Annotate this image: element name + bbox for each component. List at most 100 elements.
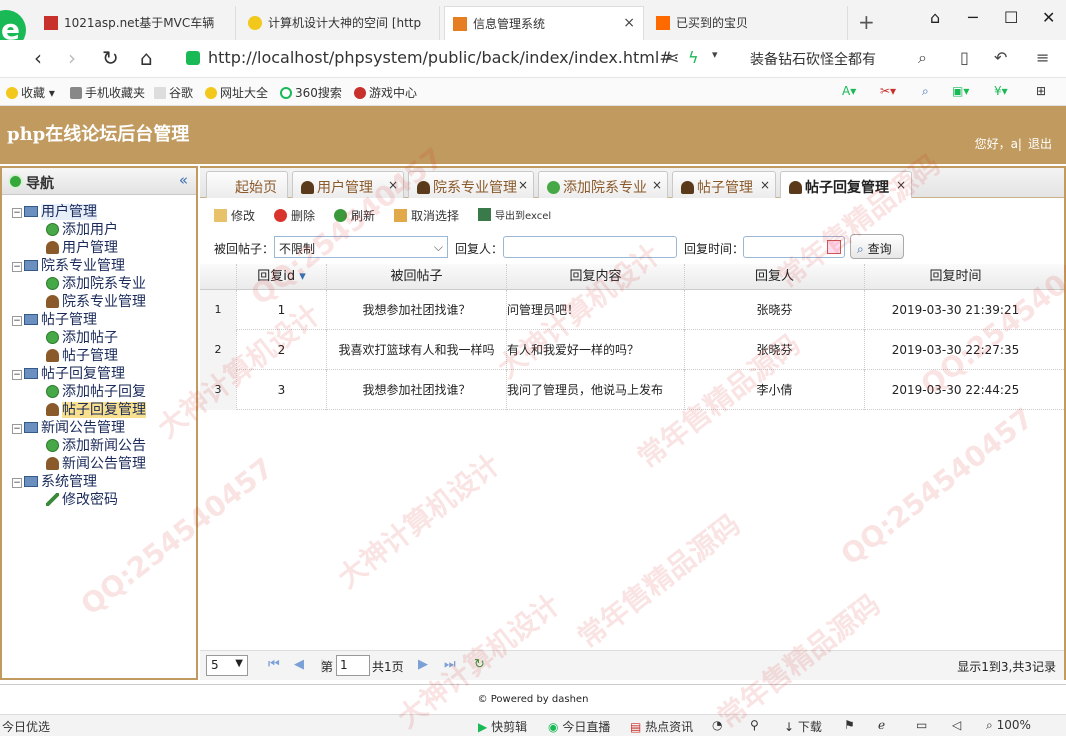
sound-icon[interactable]: ◁ [952, 718, 961, 732]
refresh-icon[interactable]: ↻ [474, 657, 485, 672]
statusbar-item[interactable]: ▶ 快剪辑 [478, 718, 527, 735]
logout-link[interactable]: 退出 [1028, 137, 1052, 151]
collapse-icon[interactable]: − [12, 208, 22, 218]
dropdown-icon[interactable]: ▾ [712, 48, 718, 61]
nav-group[interactable]: − 用户管理 [12, 203, 196, 221]
query-button[interactable]: ⌕ 查询 [850, 234, 904, 259]
bookmark-google[interactable]: 谷歌 [154, 84, 193, 101]
table-row[interactable]: 3 3 我想参加社团找谁？ 我问了管理员，他说马上发布 李小倩 2019-03-30 22… [200, 370, 1064, 410]
refresh-button[interactable]: 刷新 [334, 207, 375, 224]
nav-item[interactable]: 用户管理 [12, 239, 196, 257]
next-page-icon[interactable]: ▶ [418, 657, 428, 672]
content-tab[interactable]: 院系专业管理 × [408, 171, 534, 198]
close-icon[interactable]: × [518, 178, 528, 192]
nav-item[interactable]: 添加院系专业 [12, 275, 196, 293]
collapse-panel-icon[interactable]: « [179, 171, 188, 189]
browser-tab-1[interactable]: 1021asp.net基于MVC车辆 [36, 6, 236, 40]
replier-input[interactable] [503, 236, 677, 258]
nav-group[interactable]: − 新闻公告管理 [12, 419, 196, 437]
nav-item[interactable]: 添加新闻公告 [12, 437, 196, 455]
nav-group[interactable]: − 系统管理 [12, 473, 196, 491]
edit-button[interactable]: 修改 [214, 207, 255, 224]
statusbar-item[interactable]: ↓ 下载 [784, 718, 822, 735]
table-row[interactable]: 2 2 我喜欢打篮球有人和我一样吗 有人和我爱好一样的吗？ 张晓芬 2019-03-30 … [200, 330, 1064, 370]
close-tab-icon[interactable]: × [623, 15, 635, 31]
back-icon[interactable]: ‹ [34, 46, 42, 70]
extension-icon[interactable]: A▾ [842, 84, 856, 98]
collapse-icon[interactable]: − [12, 424, 22, 434]
deselect-button[interactable]: 取消选择 [394, 207, 459, 224]
nav-item[interactable]: 新闻公告管理 [12, 455, 196, 473]
home-icon[interactable]: ⌂ [140, 46, 153, 70]
browser-tab-4[interactable]: 已买到的宝贝 [648, 6, 848, 40]
close-icon[interactable]: × [896, 178, 906, 192]
statusbar-item[interactable]: ◉ 今日直播 [548, 718, 610, 735]
nav-group[interactable]: − 帖子管理 [12, 311, 196, 329]
collapse-icon[interactable]: − [12, 478, 22, 488]
nav-item[interactable]: 添加用户 [12, 221, 196, 239]
bookmark-favorites[interactable]: 收藏 ▾ [6, 84, 55, 101]
collapse-icon[interactable]: − [12, 316, 22, 326]
table-row[interactable]: 1 1 我想参加社团找谁？ 问管理员吧！ 张晓芬 2019-03-30 21:39:21 [200, 290, 1064, 330]
nav-item[interactable]: 帖子回复管理 [12, 401, 196, 419]
delete-button[interactable]: 删除 [274, 207, 315, 224]
bookmark-360search[interactable]: 360搜索 [280, 84, 342, 101]
flag-icon[interactable]: ⚑ [844, 718, 855, 732]
collapse-icon[interactable]: − [12, 262, 22, 272]
magnifier-icon[interactable]: ⌕ [922, 84, 929, 99]
shirt-skin-icon[interactable]: ⌂ [930, 8, 940, 27]
column-header[interactable]: 回复时间 [864, 264, 1046, 290]
close-icon[interactable]: × [652, 178, 662, 192]
search-icon[interactable]: ⌕ [918, 48, 927, 68]
pin-icon[interactable]: ⚲ [750, 718, 759, 732]
nav-group[interactable]: − 院系专业管理 [12, 257, 196, 275]
column-header[interactable]: 回复内容 [506, 264, 684, 290]
speed-icon[interactable]: ◔ [712, 718, 722, 732]
nav-item[interactable]: 添加帖子 [12, 329, 196, 347]
column-header[interactable]: 被回帖子 [326, 264, 506, 290]
minimize-icon[interactable]: ─ [968, 8, 978, 27]
bookmark-sites[interactable]: 网址大全 [205, 84, 268, 101]
nav-item[interactable]: 帖子管理 [12, 347, 196, 365]
browser-tab-2[interactable]: 计算机设计大神的空间 [http [240, 6, 440, 40]
url-field[interactable]: http://localhost/phpsystem/public/back/i… [182, 46, 722, 72]
export-excel-button[interactable]: 导出到excel [478, 207, 551, 222]
window-icon[interactable]: ▭ [916, 718, 927, 732]
ie-icon[interactable]: ℯ [878, 718, 885, 732]
page-size-select[interactable]: 5 ▼ [206, 655, 248, 676]
grid-apps-icon[interactable]: ⊞ [1036, 84, 1046, 98]
nav-item[interactable]: 院系专业管理 [12, 293, 196, 311]
undo-icon[interactable]: ↶ [994, 48, 1007, 67]
search-hint-text[interactable]: 装备钻石砍怪全都有 [750, 49, 876, 69]
reload-icon[interactable]: ↻ [102, 46, 119, 70]
statusbar-item[interactable]: ▤ 热点资讯 [630, 718, 693, 735]
prev-page-icon[interactable]: ◀ [294, 657, 304, 672]
content-tab[interactable]: 起始页 [206, 171, 288, 198]
scissors-icon[interactable]: ✂▾ [880, 84, 896, 98]
coin-icon[interactable]: ¥▾ [994, 84, 1008, 98]
zoom-level[interactable]: ⌕ 100% [986, 718, 1031, 733]
statusbar-left[interactable]: 今日优选 [2, 718, 50, 735]
nav-group[interactable]: − 帖子回复管理 [12, 365, 196, 383]
content-tab[interactable]: 帖子回复管理 × [780, 171, 912, 198]
nav-item[interactable]: 修改密码 [12, 491, 196, 509]
close-icon[interactable]: × [760, 178, 770, 192]
new-tab-icon[interactable]: + [858, 10, 875, 34]
collapse-icon[interactable]: − [12, 370, 22, 380]
content-tab[interactable]: 帖子管理 × [672, 171, 776, 198]
column-header[interactable]: 回复id ▾ [236, 264, 326, 290]
mobile-icon[interactable]: ▯ [960, 48, 969, 67]
reply-time-input[interactable] [743, 236, 845, 258]
content-tab[interactable]: 用户管理 × [292, 171, 404, 198]
gamepad-icon[interactable]: ▣▾ [952, 84, 969, 98]
bookmark-games[interactable]: 游戏中心 [354, 84, 417, 101]
page-number-input[interactable]: 1 [336, 655, 370, 676]
share-icon[interactable]: ⋖ [666, 48, 679, 67]
calendar-icon[interactable] [827, 240, 841, 254]
bookmark-mobile[interactable]: 手机收藏夹 [70, 84, 145, 101]
column-header[interactable]: 回复人 [684, 264, 864, 290]
forward-icon[interactable]: › [68, 46, 76, 70]
close-icon[interactable]: × [388, 178, 398, 192]
nav-item[interactable]: 添加帖子回复 [12, 383, 196, 401]
lightning-icon[interactable]: ϟ [688, 48, 699, 67]
